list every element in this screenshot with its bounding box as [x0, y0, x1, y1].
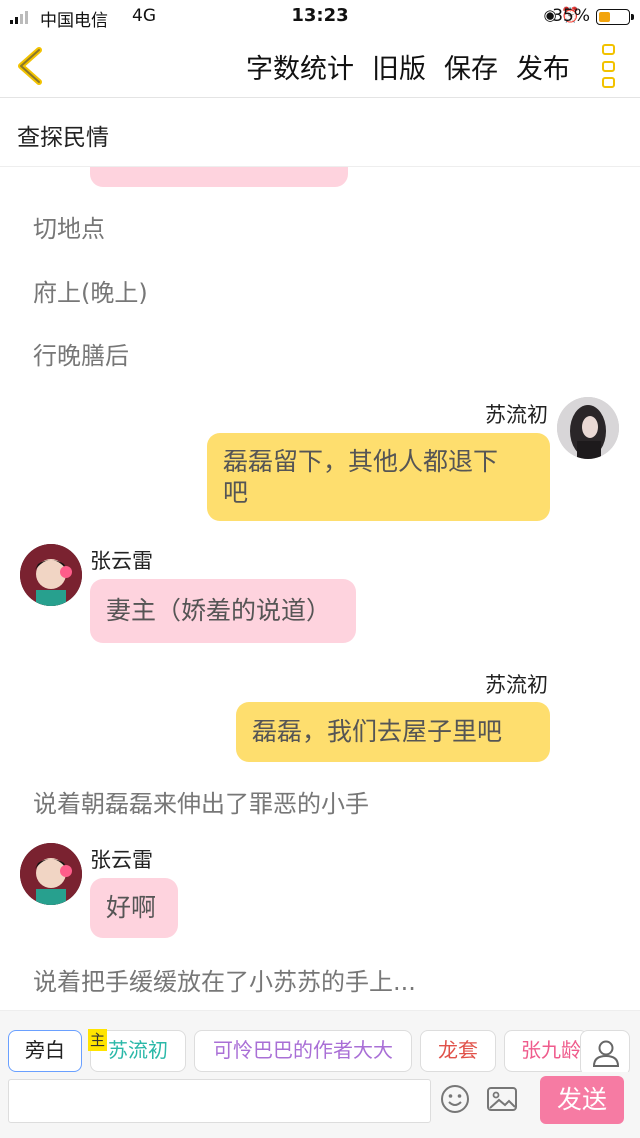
sender-name: 张云雷: [90, 848, 153, 872]
battery-percent: 35%: [552, 6, 590, 26]
character-chip-zhang-jiuling[interactable]: 张九龄: [504, 1030, 588, 1072]
message-text: 磊磊留下，其他人都退下: [223, 447, 499, 476]
emoji-icon[interactable]: [440, 1084, 470, 1114]
message-bubble[interactable]: 好啊: [90, 878, 178, 938]
word-count-button[interactable]: 字数统计: [246, 47, 354, 86]
cut-off-bubble: [90, 167, 348, 187]
publish-button[interactable]: 发布: [516, 47, 570, 86]
sender-name: 张云雷: [90, 549, 153, 573]
save-button[interactable]: 保存: [444, 47, 498, 86]
narration-text: 行晚膳后: [33, 342, 129, 370]
message-bubble[interactable]: 磊磊，我们去屋子里吧: [236, 702, 550, 762]
more-menu-icon[interactable]: [602, 44, 618, 88]
avatar-boy-icon: [20, 544, 82, 606]
chevron-left-icon: [18, 47, 42, 85]
message-text: 磊磊，我们去屋子里吧: [252, 717, 503, 746]
message-input[interactable]: [8, 1079, 431, 1123]
chapter-title: 查探民情: [17, 125, 109, 151]
status-bar: 中国电信 4G 13:23 ◉ ⏰ 35%: [0, 0, 640, 34]
avatar-boy-icon: [20, 843, 82, 905]
narration-text: 府上(晚上): [33, 279, 148, 307]
main-character-badge: 主: [88, 1029, 107, 1051]
character-chip-narrator[interactable]: 旁白: [8, 1030, 82, 1072]
message-bubble[interactable]: 磊磊留下，其他人都退下 吧: [207, 433, 550, 521]
avatar[interactable]: [20, 544, 82, 606]
character-chip-author[interactable]: 可怜巴巴的作者大大: [194, 1030, 412, 1072]
message-text: 吧: [223, 478, 249, 507]
send-button[interactable]: 发送: [540, 1076, 624, 1124]
avatar[interactable]: [20, 843, 82, 905]
avatar[interactable]: [557, 397, 619, 459]
composer-bar: 发送: [0, 1072, 640, 1138]
message-bubble[interactable]: 妻主（娇羞的说道）: [90, 579, 356, 643]
message-text: 妻主（娇羞的说道）: [106, 596, 332, 625]
message-text: 好啊: [106, 893, 157, 922]
narration-text: 切地点: [33, 215, 105, 243]
nav-actions: 字数统计 旧版 保存 发布: [246, 47, 570, 86]
manage-characters-button[interactable]: [580, 1030, 630, 1076]
battery-icon: [596, 9, 634, 25]
back-button[interactable]: [12, 44, 52, 88]
narration-text: 说着朝磊磊来伸出了罪恶的小手: [33, 790, 369, 818]
sender-name: 苏流初: [485, 673, 548, 697]
old-version-button[interactable]: 旧版: [372, 47, 426, 86]
avatar-girl-icon: [557, 397, 619, 459]
chat-area[interactable]: 切地点 府上(晚上) 行晚膳后 苏流初 磊磊留下，其他人都退下 吧 张云雷 妻主…: [0, 167, 640, 1010]
chapter-title-row[interactable]: 查探民情: [0, 99, 640, 167]
person-icon: [592, 1040, 620, 1067]
nav-bar: 字数统计 旧版 保存 发布: [0, 34, 640, 98]
sender-name: 苏流初: [485, 403, 548, 427]
narration-text: 说着把手缓缓放在了小苏苏的手上...: [33, 968, 416, 996]
character-chip-extra[interactable]: 龙套: [420, 1030, 496, 1072]
image-icon[interactable]: [486, 1084, 518, 1114]
